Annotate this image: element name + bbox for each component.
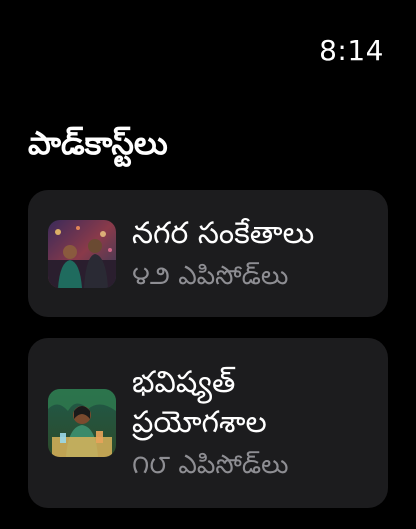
podcast-card-bhavishyat-prayogashala[interactable]: భవిష్యత్ ప్రయోగశాల ౧౮ ఎపిసోడ్‌లు (28, 338, 388, 508)
status-time: 8:14 (319, 34, 384, 67)
podcast-text-block: నగర సంకేతాలు ౪౨ ఎపిసోడ్‌లు (132, 214, 314, 294)
podcast-text-block: భవిష్యత్ ప్రయోగశాల ౧౮ ఎపిసోడ్‌లు (132, 363, 332, 483)
podcast-card-nagara-sanketalu[interactable]: నగర సంకేతాలు ౪౨ ఎపిసోడ్‌లు (28, 190, 388, 317)
podcast-episode-count: ౪౨ ఎపిసోడ్‌లు (132, 260, 289, 291)
podcast-episode-count: ౧౮ ఎపిసోడ్‌లు (132, 450, 289, 480)
city-couple-artwork-icon (48, 219, 116, 288)
page-title: పాడ్‌కాస్ట్‌లు (28, 124, 168, 162)
podcast-list: నగర సంకేతాలు ౪౨ ఎపిసోడ్‌లు (28, 190, 388, 529)
lab-scientist-artwork-icon (48, 389, 116, 457)
podcast-title: భవిష్యత్ ప్రయోగశాల (132, 365, 267, 440)
podcast-title: నగర సంకేతాలు (132, 215, 315, 251)
